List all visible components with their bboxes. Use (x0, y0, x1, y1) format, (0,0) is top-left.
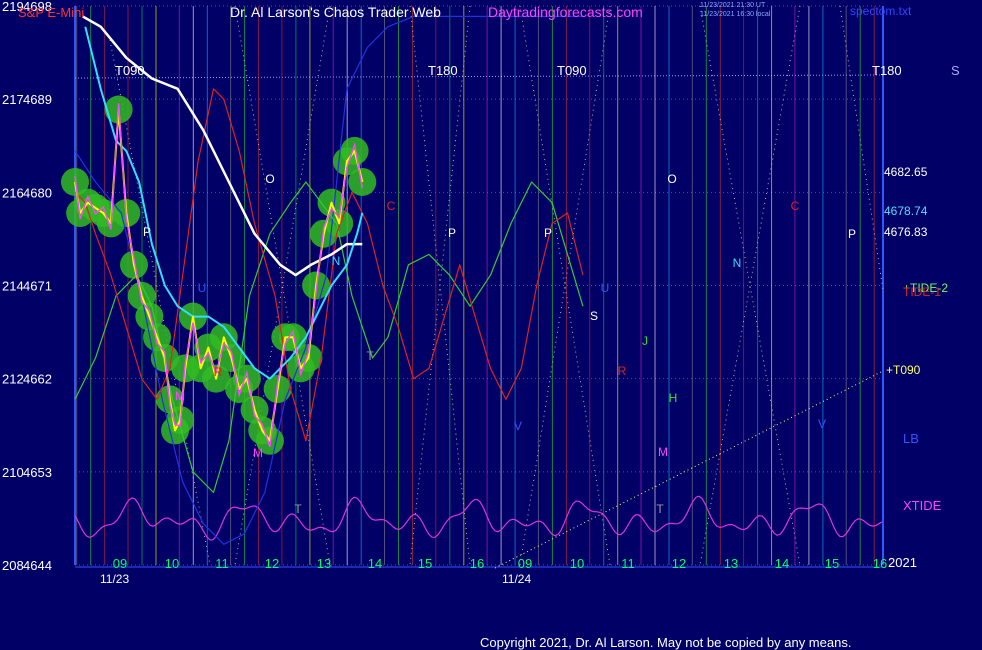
series-line-tide-1 (74, 88, 584, 442)
x-tick-hour-day2: 13 (724, 556, 738, 571)
y-tick-index: 212 (2, 372, 24, 387)
chart-marker: P (143, 225, 151, 239)
chart-marker: O (667, 172, 676, 186)
chart-marker: H (669, 391, 678, 405)
y-tick-price: 4671 (23, 279, 52, 294)
x-tick-hour-day2: 12 (672, 556, 686, 571)
y-tick-price: 4653 (23, 465, 52, 480)
header-title: Dr. Al Larson's Chaos Trader Web (230, 4, 441, 20)
x-tick-hour-day2: 15 (825, 556, 839, 571)
header-site: Daytradingforecasts.com (488, 4, 643, 20)
y-tick-index: 208 (2, 558, 24, 573)
x-tick-hour-day2: 16 (873, 556, 887, 571)
chart-marker: T (294, 502, 302, 516)
x-date-day2: 11/24 (502, 572, 531, 586)
header-stamp-2: 11/23/2021 16:30 local (700, 11, 771, 18)
phase-label: T090 (557, 63, 587, 78)
footer-copyright: Copyright 2021, Dr. Al Larson. May not b… (480, 635, 851, 650)
side-label-price-2: 4678.74 (884, 204, 928, 218)
side-label-price-3: 4676.83 (884, 225, 928, 239)
chart-marker: V (818, 417, 826, 431)
header-stamp-1: 11/23/2021 21:30 UT (700, 2, 766, 9)
x-tick-hour-day1: 11 (215, 556, 229, 571)
chart-marker: C (387, 199, 396, 213)
side-label-s: S (951, 63, 960, 78)
x-tick-hour-day1: 13 (317, 556, 331, 571)
xtide-line (74, 495, 883, 541)
diagonal-cycle-lines (109, 5, 884, 569)
y-tick-index: 214 (2, 279, 24, 294)
chart-canvas: 219 4698217 4689216 4680214 4671212 4662210 46… (2, 0, 960, 650)
chart-marker: N (733, 256, 742, 270)
footer-year: 2021 (888, 555, 917, 570)
chart-marker: O (265, 172, 274, 186)
chart-marker: R (618, 364, 627, 378)
reference-line (74, 74, 884, 79)
chart-marker: S (590, 309, 598, 323)
chart-marker: T (656, 502, 664, 516)
side-label-price-1: 4682.65 (884, 165, 928, 179)
y-tick-index: 210 (2, 465, 24, 480)
chart-marker: P (544, 226, 552, 240)
chart-marker: V (514, 419, 522, 433)
x-date-day1: 11/23 (100, 572, 129, 586)
x-tick-hour-day1: 14 (368, 556, 382, 571)
chart-marker: T (366, 349, 374, 363)
phase-label: T180 (428, 63, 458, 78)
chart-marker: U (601, 281, 610, 295)
y-tick-price: 4680 (23, 185, 52, 200)
chart-marker: M (253, 446, 263, 460)
header-symbol: S&P E-Mini (18, 5, 84, 20)
side-label-t090: +T090 (886, 363, 921, 377)
phase-label: T180 (872, 63, 902, 78)
chart-marker: N (332, 254, 341, 268)
x-tick-hour-day1: 16 (470, 556, 484, 571)
chart-marker: M (658, 445, 668, 459)
y-tick-price: 4662 (23, 372, 52, 387)
x-tick-hour-day2: 10 (570, 556, 584, 571)
x-tick-hour-day2: 11 (621, 556, 635, 571)
y-tick-index: 217 (2, 92, 24, 107)
x-tick-hour-day2: 14 (775, 556, 789, 571)
chart-marker: M (175, 389, 185, 403)
chart-marker: P (848, 227, 856, 241)
y-tick-price: 4644 (23, 558, 52, 573)
y-tick-index: 216 (2, 185, 24, 200)
x-tick-hour-day1: 12 (265, 556, 279, 571)
header-file: spectom.txt (850, 4, 912, 18)
chart-marker: U (198, 281, 207, 295)
chart-marker: R (214, 365, 223, 379)
chart-grid (74, 5, 884, 568)
side-label-lb: LB (903, 431, 919, 446)
y-tick-price: 4689 (23, 92, 52, 107)
chart-marker: P (448, 226, 456, 240)
x-tick-hour-day1: 15 (418, 556, 432, 571)
side-label-xtide: XTIDE (903, 498, 942, 513)
energy-bubbles (61, 95, 377, 455)
series-lines (74, 15, 883, 545)
chart-marker: C (791, 199, 800, 213)
phase-label: T090 (115, 63, 145, 78)
x-tick-hour-day2: 09 (518, 556, 532, 571)
x-tick-hour-day1: 09 (113, 556, 127, 571)
chart-marker: J (642, 334, 648, 348)
trend-line-t090 (494, 370, 884, 569)
x-tick-hour-day1: 10 (165, 556, 179, 571)
side-label-tide1: TIDE-1 (903, 285, 941, 299)
